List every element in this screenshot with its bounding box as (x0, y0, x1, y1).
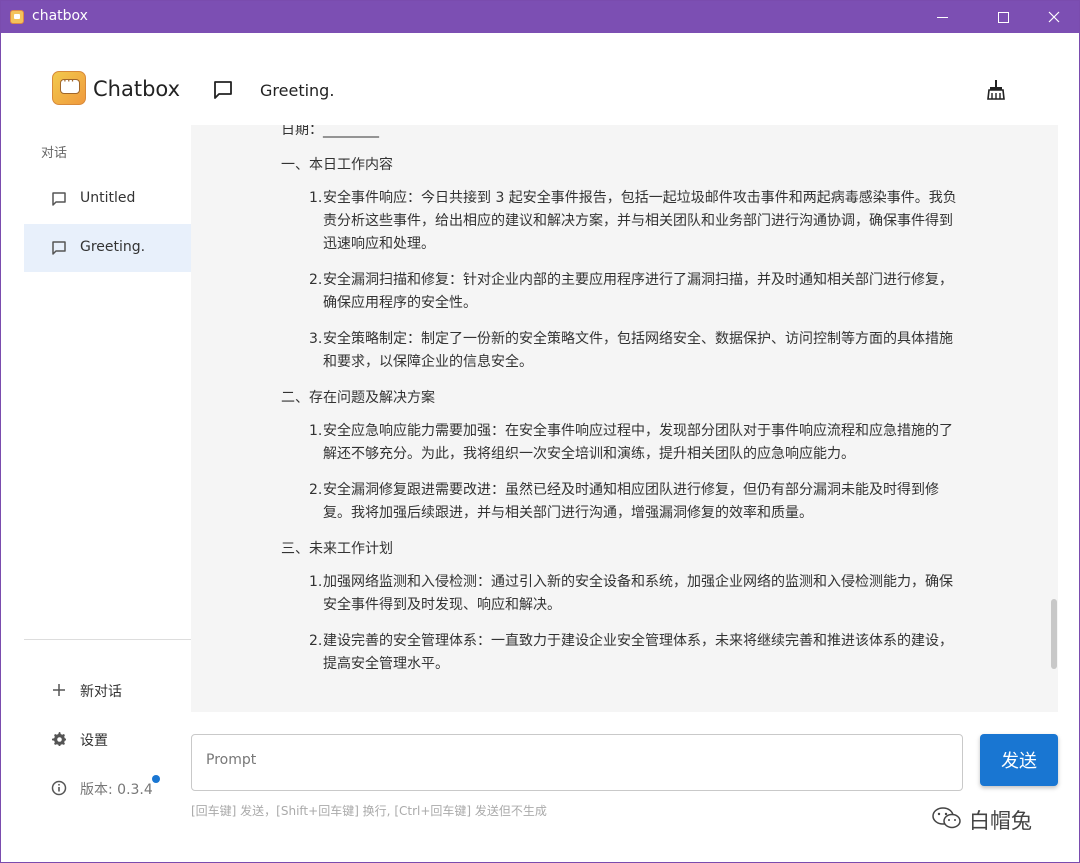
list-item: 2. 安全漏洞修复跟进需要改进：虽然已经及时通知相应团队进行修复，但仍有部分漏洞未… (309, 482, 939, 521)
section-list: 1. 安全应急响应能力需要加强：在安全事件响应过程中，发现部分团队对于事件响应流程… (309, 420, 961, 525)
watermark: 白帽兔 (931, 804, 1051, 834)
section-list: 1. 安全事件响应：今日共接到 3 起安全事件报告，包括一起垃圾邮件攻击事件和两起… (309, 187, 961, 374)
minimize-icon (936, 16, 948, 18)
settings-label: 设置 (80, 733, 108, 749)
list-item: 3. 安全策略制定：制定了一份新的安全策略文件，包括网络安全、数据保护、访问控制等… (309, 331, 953, 370)
message-scrollbar[interactable] (1051, 599, 1057, 669)
version-label: 版本: 0.3.4 (80, 782, 153, 798)
conversation-label: Untitled (80, 190, 136, 206)
update-badge-dot (152, 775, 160, 783)
window-title: chatbox (32, 8, 88, 24)
chat-bubble-icon (214, 81, 232, 99)
keyboard-hint: [回车键] 发送，[Shift+回车键] 换行, [Ctrl+回车键] 发送但不… (191, 804, 547, 818)
close-button[interactable] (1031, 1, 1077, 33)
minimize-button[interactable] (919, 1, 965, 33)
sidebar-divider (24, 639, 191, 640)
broom-clean-icon[interactable] (984, 78, 1008, 102)
chat-bubble-icon (52, 241, 66, 255)
chat-bubble-icon (52, 192, 66, 206)
settings-button[interactable]: 设置 (24, 718, 191, 760)
message-area: 日期：________ 一、本日工作内容 1. 安全事件响应：今日共接到 3 起安… (191, 125, 1058, 712)
close-icon (1048, 11, 1060, 23)
maximize-button[interactable] (980, 1, 1026, 33)
info-icon (51, 780, 67, 796)
conversations-section-label: 对话 (41, 146, 68, 161)
assistant-message: 日期：________ 一、本日工作内容 1. 安全事件响应：今日共接到 3 起安… (281, 125, 961, 689)
app-window: chatbox Chatbox 对话 Untitled Greeting. 新对… (0, 0, 1080, 863)
brand-name: Chatbox (93, 77, 181, 101)
section-heading: 三、未来工作计划 (281, 541, 393, 557)
conversation-item-untitled[interactable]: Untitled (24, 175, 191, 223)
list-item: 2. 建设完善的安全管理体系：一直致力于建设企业安全管理体系，未来将继续完善和推进… (309, 633, 953, 672)
conversation-title: Greeting. (260, 81, 335, 100)
watermark-text: 白帽兔 (969, 809, 1032, 833)
section-heading: 一、本日工作内容 (281, 157, 393, 173)
list-item: 1. 安全应急响应能力需要加强：在安全事件响应过程中，发现部分团队对于事件响应流程… (309, 423, 953, 462)
title-bar[interactable]: chatbox (1, 1, 1079, 33)
chatbox-logo-icon (52, 71, 86, 105)
list-item: 2. 安全漏洞扫描和修复：针对企业内部的主要应用程序进行了漏洞扫描，并及时通知相关… (309, 272, 953, 311)
send-button[interactable]: 发送 (980, 734, 1058, 786)
maximize-icon (997, 11, 1009, 23)
chatbox-app-icon (10, 10, 24, 24)
wechat-icon (932, 807, 961, 829)
conversation-item-greeting[interactable]: Greeting. (24, 224, 191, 272)
version-button[interactable]: 版本: 0.3.4 (24, 767, 191, 809)
list-item: 1. 安全事件响应：今日共接到 3 起安全事件报告，包括一起垃圾邮件攻击事件和两起… (309, 190, 957, 252)
sidebar: Chatbox 对话 Untitled Greeting. 新对话 设置 版本:… (2, 33, 191, 863)
list-item: 1. 加强网络监测和入侵检测：通过引入新的安全设备和系统，加强企业网络的监测和入侵… (309, 574, 953, 613)
date-line: 日期：________ (281, 125, 379, 138)
prompt-box[interactable] (191, 734, 963, 791)
section-heading: 二、存在问题及解决方案 (281, 390, 435, 406)
plus-icon (53, 684, 65, 696)
new-chat-label: 新对话 (80, 684, 122, 700)
gear-icon (52, 732, 66, 746)
section-list: 1. 加强网络监测和入侵检测：通过引入新的安全设备和系统，加强企业网络的监测和入侵… (309, 571, 961, 676)
prompt-input[interactable] (206, 752, 946, 768)
conversation-label: Greeting. (80, 239, 146, 255)
new-chat-button[interactable]: 新对话 (24, 669, 191, 711)
